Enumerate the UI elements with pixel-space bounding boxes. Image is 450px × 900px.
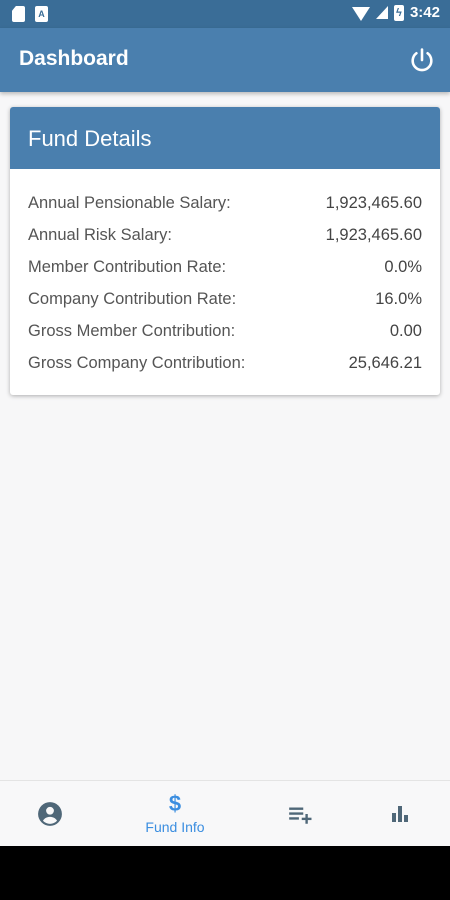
detail-value: 16.0% — [375, 289, 422, 308]
detail-value: 0.00 — [389, 321, 422, 340]
detail-row-annual-pensionable-salary: Annual Pensionable Salary: 1,923,465.60 — [28, 187, 422, 219]
sd-card-icon — [12, 6, 25, 22]
nav-item-profile[interactable] — [0, 781, 106, 847]
detail-label: Annual Risk Salary: — [28, 225, 172, 244]
cell-signal-icon — [375, 6, 388, 19]
detail-row-company-contribution-rate: Company Contribution Rate: 16.0% — [28, 283, 422, 315]
detail-label: Gross Member Contribution: — [28, 321, 236, 340]
system-indicators: ϟ 3:42 — [351, 4, 440, 21]
status-bar: A ϟ 3:42 — [0, 0, 450, 28]
system-navigation-bar — [0, 846, 450, 900]
nav-label-fund-info: Fund Info — [145, 819, 205, 835]
status-time: 3:42 — [409, 4, 440, 21]
card-title: Fund Details — [28, 126, 152, 151]
playlist-add-icon — [289, 807, 312, 824]
notification-icons: A — [12, 6, 48, 22]
nav-item-statistics[interactable] — [344, 781, 450, 847]
account-circle-icon — [38, 802, 62, 826]
logout-button[interactable] — [408, 46, 436, 74]
bar-chart-icon — [392, 806, 408, 822]
app-notification-icon: A — [35, 6, 48, 22]
fund-details-list: Annual Pensionable Salary: 1,923,465.60 … — [28, 187, 422, 379]
detail-label: Member Contribution Rate: — [28, 257, 227, 276]
bottom-navigation: $ Fund Info — [0, 780, 450, 846]
app-bar: Dashboard — [0, 28, 450, 92]
detail-row-annual-risk-salary: Annual Risk Salary: 1,923,465.60 — [28, 219, 422, 251]
page-title: Dashboard — [19, 47, 129, 70]
detail-value: 25,646.21 — [348, 353, 422, 372]
detail-label: Annual Pensionable Salary: — [28, 193, 231, 212]
nav-item-fund-info[interactable]: $ Fund Info — [119, 781, 231, 847]
detail-value: 0.0% — [384, 257, 422, 276]
card-header: Fund Details — [10, 107, 440, 169]
power-icon — [411, 48, 433, 72]
detail-row-gross-member-contribution: Gross Member Contribution: 0.00 — [28, 315, 422, 347]
fund-details-card: Fund Details Annual Pensionable Salary: … — [10, 107, 440, 395]
nav-item-contributions[interactable] — [244, 781, 356, 847]
detail-label: Company Contribution Rate: — [28, 289, 237, 308]
wifi-icon — [351, 6, 370, 21]
detail-label: Gross Company Contribution: — [28, 353, 246, 372]
detail-value: 1,923,465.60 — [325, 193, 422, 212]
detail-row-member-contribution-rate: Member Contribution Rate: 0.0% — [28, 251, 422, 283]
battery-charging-icon: ϟ — [393, 4, 404, 21]
detail-row-gross-company-contribution: Gross Company Contribution: 25,646.21 — [28, 347, 422, 379]
detail-value: 1,923,465.60 — [325, 225, 422, 244]
dollar-icon: $ — [168, 791, 182, 816]
